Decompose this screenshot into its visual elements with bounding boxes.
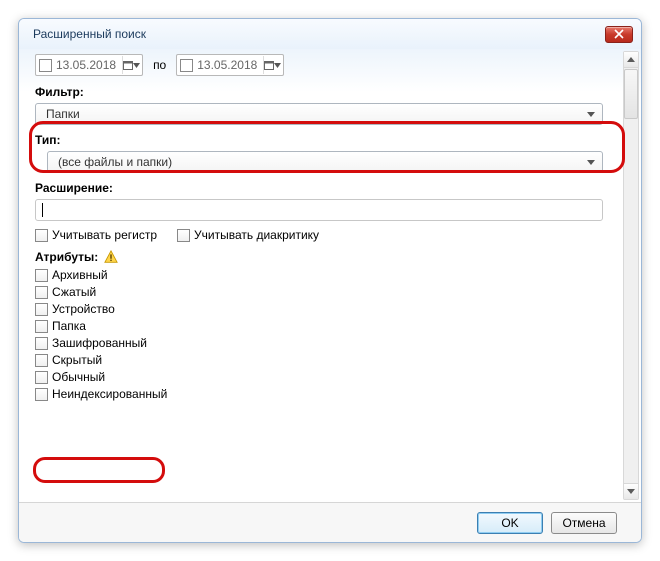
attribute-compressed[interactable]: Сжатый (35, 285, 609, 299)
attribute-encrypted[interactable]: Зашифрованный (35, 336, 609, 350)
content-area: 13.05.2018 по 13.05.2018 Фильтр: (19, 49, 641, 502)
date-range-row: 13.05.2018 по 13.05.2018 (29, 53, 609, 77)
text-cursor (42, 203, 43, 217)
scroll-up-arrow[interactable] (624, 52, 638, 68)
attribute-folder[interactable]: Папка (35, 319, 609, 333)
ok-button[interactable]: OK (477, 512, 543, 534)
date-to-picker[interactable]: 13.05.2018 (176, 54, 284, 76)
callout-hidden-attribute (33, 457, 165, 483)
warning-icon (104, 250, 118, 264)
close-icon (614, 29, 624, 39)
vertical-scrollbar[interactable] (623, 51, 639, 500)
attributes-list: Архивный Сжатый Устройство Папка Зашифро… (35, 268, 609, 401)
date-to-value: 13.05.2018 (197, 58, 257, 72)
type-value: (все файлы и папки) (58, 155, 582, 169)
extension-input[interactable] (35, 199, 603, 221)
filter-combo[interactable]: Папки (35, 103, 603, 125)
scroll-thumb[interactable] (624, 69, 638, 119)
case-checkbox-label: Учитывать регистр (52, 228, 157, 242)
filter-label: Фильтр: (35, 85, 609, 99)
attribute-normal[interactable]: Обычный (35, 370, 609, 384)
calendar-icon[interactable] (263, 56, 281, 74)
button-bar: OK Отмена (19, 502, 641, 542)
cancel-button[interactable]: Отмена (551, 512, 617, 534)
case-sensitivity-row: Учитывать регистр Учитывать диакритику (35, 228, 609, 242)
attribute-archive[interactable]: Архивный (35, 268, 609, 282)
case-checkbox[interactable]: Учитывать регистр (35, 228, 157, 242)
attribute-hidden[interactable]: Скрытый (35, 353, 609, 367)
date-from-value: 13.05.2018 (56, 58, 116, 72)
date-to-checkbox[interactable] (180, 59, 193, 72)
extension-label: Расширение: (35, 181, 609, 195)
filter-value: Папки (46, 107, 582, 121)
diacritics-checkbox-label: Учитывать диакритику (194, 228, 319, 242)
date-separator-label: по (149, 58, 170, 72)
attributes-label: Атрибуты: (35, 250, 609, 264)
type-combo[interactable]: (все файлы и папки) (47, 151, 603, 173)
scroll-down-arrow[interactable] (624, 483, 638, 499)
date-from-picker[interactable]: 13.05.2018 (35, 54, 143, 76)
type-label: Тип: (35, 133, 609, 147)
diacritics-checkbox[interactable]: Учитывать диакритику (177, 228, 319, 242)
close-button[interactable] (605, 26, 633, 43)
calendar-icon[interactable] (122, 56, 140, 74)
attribute-device[interactable]: Устройство (35, 302, 609, 316)
date-from-checkbox[interactable] (39, 59, 52, 72)
chevron-down-icon (582, 152, 600, 172)
window-title: Расширенный поиск (33, 27, 605, 41)
attribute-not-indexed[interactable]: Неиндексированный (35, 387, 609, 401)
chevron-down-icon (582, 104, 600, 124)
titlebar: Расширенный поиск (19, 19, 641, 49)
advanced-search-window: Расширенный поиск 13.05.2018 по 13.05. (18, 18, 642, 543)
